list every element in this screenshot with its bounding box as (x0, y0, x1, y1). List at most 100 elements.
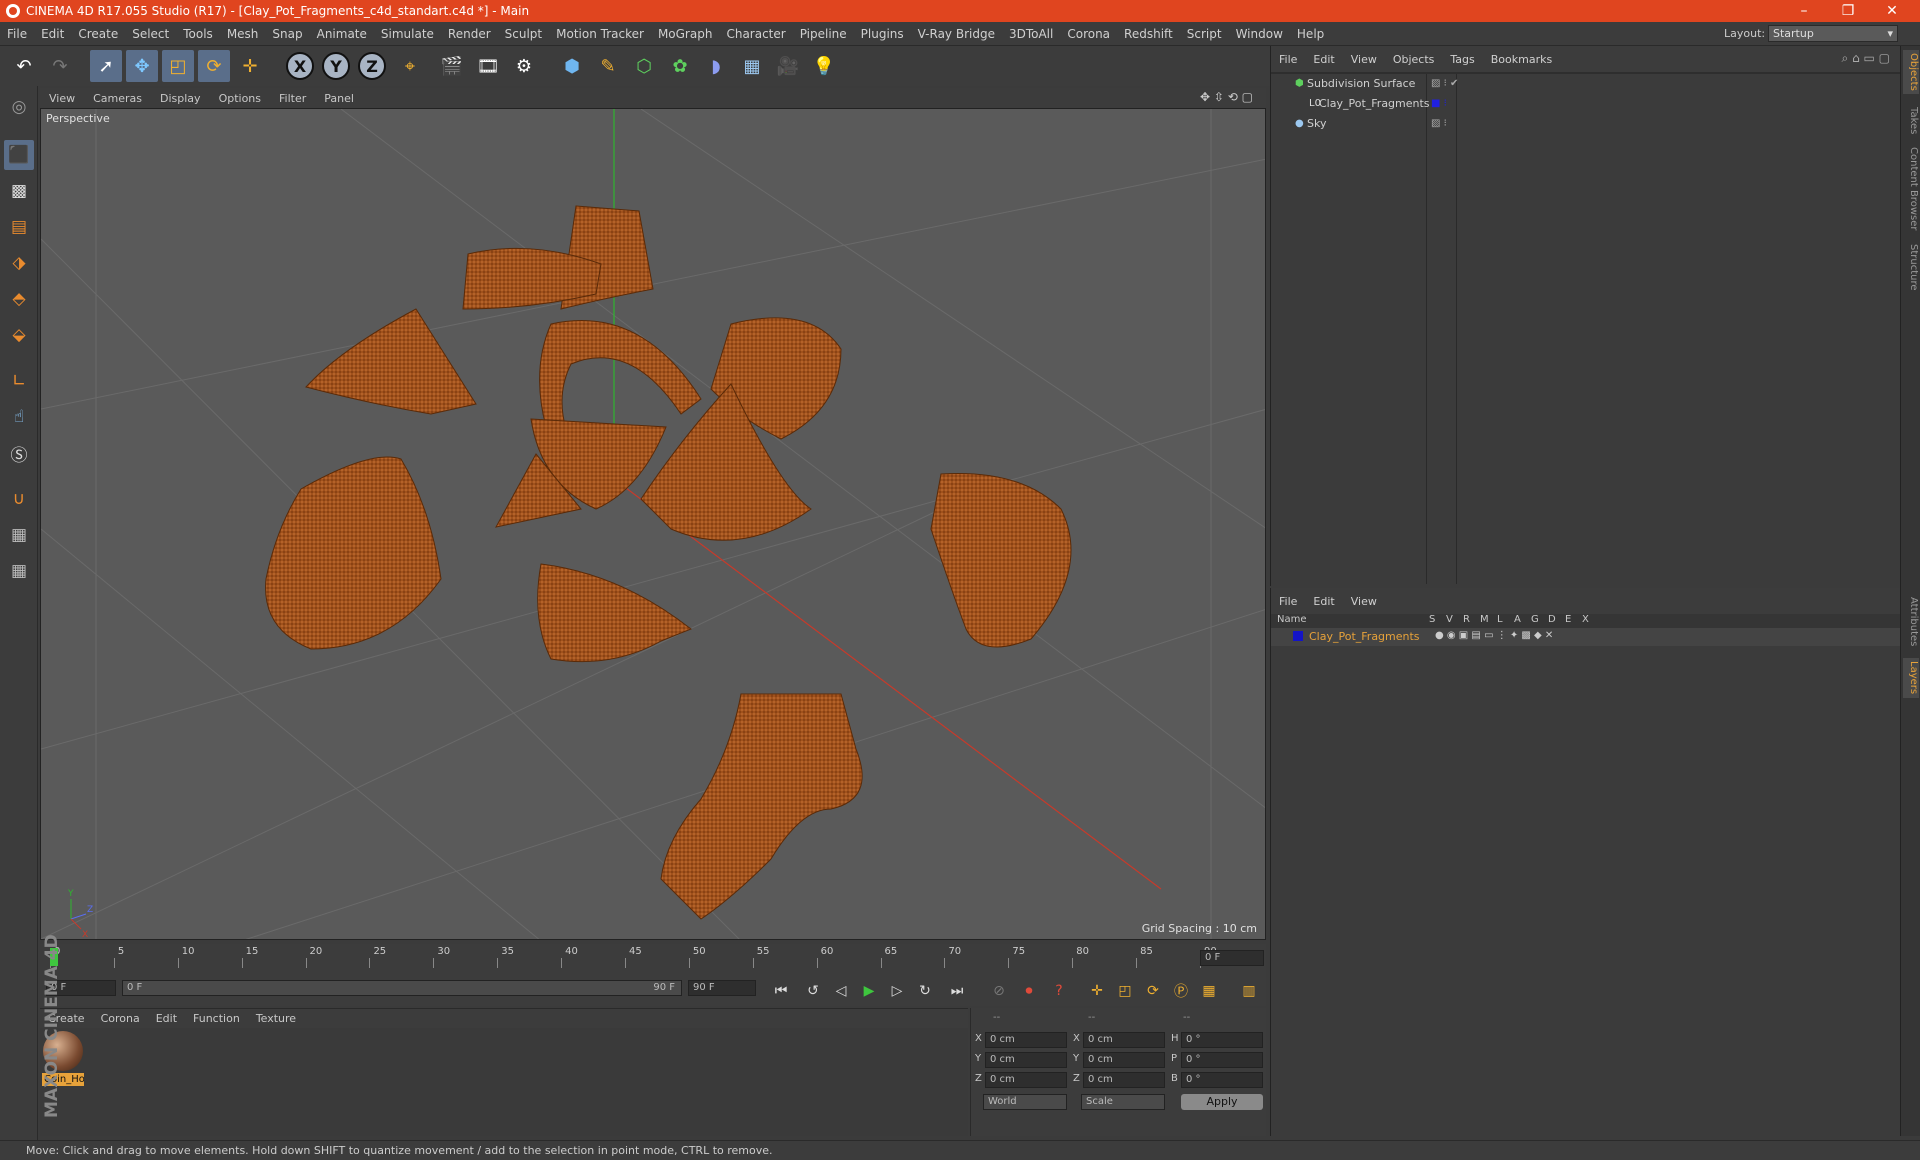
coord-value-field[interactable]: 0 cm (985, 1052, 1067, 1068)
object-row[interactable]: ⬢ Subdivision Surface ▨ ⁝ ✔ (1271, 74, 1901, 94)
coord-value-field[interactable]: 0 ° (1181, 1072, 1263, 1088)
layer-toggle-icons[interactable]: ● ◉ ▣ ▤ ▭ ⋮ ✦ ▩ ◆ ✕ (1435, 630, 1553, 641)
current-frame-field[interactable]: 0 F (1200, 950, 1264, 966)
autokey-icon[interactable]: ⏺ (1018, 980, 1040, 1002)
workplane-lock-icon[interactable]: ▦ (4, 520, 34, 550)
search-icon[interactable]: ⌕ ⌂ ▭ ▢ (1842, 51, 1890, 66)
timeline-ruler[interactable]: 051015202530354045505560657075808590 0 F (40, 944, 1266, 972)
previous-key-icon[interactable]: ↺ (802, 980, 824, 1002)
menu-plugins[interactable]: Plugins (854, 27, 911, 41)
edges-mode-icon[interactable]: ⬘ (4, 284, 34, 314)
menu-3dtoall[interactable]: 3DToAll (1002, 27, 1060, 41)
layer-menu-edit[interactable]: Edit (1305, 595, 1342, 608)
move-transform-icon[interactable]: ✛ (234, 50, 266, 82)
close-button[interactable]: ✕ (1870, 0, 1914, 22)
menu-motion-tracker[interactable]: Motion Tracker (549, 27, 651, 41)
menu-v-ray-bridge[interactable]: V-Ray Bridge (911, 27, 1002, 41)
cloner-icon[interactable]: ✿ (664, 50, 696, 82)
menu-script[interactable]: Script (1180, 27, 1229, 41)
menu-sculpt[interactable]: Sculpt (498, 27, 549, 41)
object-name[interactable]: Subdivision Surface (1307, 74, 1415, 94)
apply-button[interactable]: Apply (1181, 1094, 1263, 1110)
make-editable-icon[interactable]: ◎ (4, 92, 34, 122)
material-menu-edit[interactable]: Edit (148, 1012, 185, 1025)
pen-spline-icon[interactable]: ✎ (592, 50, 624, 82)
object-name[interactable]: Clay_Pot_Fragments (1319, 94, 1430, 114)
render-view-icon[interactable]: 🎬 (436, 50, 468, 82)
object-menu-bookmarks[interactable]: Bookmarks (1483, 53, 1560, 66)
coord-value-field[interactable]: 0 ° (1181, 1032, 1263, 1048)
viewport-menu-panel[interactable]: Panel (315, 92, 363, 105)
render-picture-viewer-icon[interactable]: 🎞 (472, 50, 504, 82)
object-tag-icons[interactable]: ▨ ⁝ (1431, 114, 1447, 134)
object-menu-edit[interactable]: Edit (1305, 53, 1342, 66)
next-key-icon[interactable]: ↻ (914, 980, 936, 1002)
record-keys-icon[interactable]: ⊘ (988, 980, 1010, 1002)
viewport-nav-icons[interactable]: ✥ ⇳ ⟲ ▢ (1200, 90, 1253, 104)
keyframe-selection-icon[interactable]: ? (1048, 980, 1070, 1002)
model-mode-icon[interactable]: ⬛ (4, 140, 34, 170)
tab-attributes[interactable]: Attributes (1903, 594, 1919, 650)
frame-range-slider[interactable]: 0 F 90 F (122, 980, 682, 996)
object-name[interactable]: Sky (1307, 114, 1326, 134)
object-menu-view[interactable]: View (1343, 53, 1385, 66)
menu-create[interactable]: Create (71, 27, 125, 41)
polygons-mode-icon[interactable]: ⬙ (4, 320, 34, 350)
menu-edit[interactable]: Edit (34, 27, 71, 41)
menu-select[interactable]: Select (125, 27, 176, 41)
cube-icon[interactable]: ⬢ (556, 50, 588, 82)
key-rotation-icon[interactable]: ⟳ (1142, 980, 1164, 1002)
go-to-end-icon[interactable]: ⏭ (946, 980, 968, 1002)
menu-simulate[interactable]: Simulate (374, 27, 441, 41)
viewport-menu-options[interactable]: Options (210, 92, 270, 105)
grid-icon[interactable]: ▦ (4, 556, 34, 586)
viewport-menu-display[interactable]: Display (151, 92, 210, 105)
tab-objects[interactable]: Objects (1903, 50, 1919, 94)
object-menu-objects[interactable]: Objects (1385, 53, 1443, 66)
material-menu-texture[interactable]: Texture (248, 1012, 304, 1025)
magnet-icon[interactable]: ∪ (4, 484, 34, 514)
coord-value-field[interactable]: 0 cm (1083, 1072, 1165, 1088)
tab-content-browser[interactable]: Content Browser (1903, 146, 1919, 232)
texture-mode-icon[interactable]: ▩ (4, 176, 34, 206)
move-icon[interactable]: ✥ (126, 50, 158, 82)
object-tag-icons[interactable]: ▨ ⁝ ✔ (1431, 74, 1458, 94)
viewport-menu-filter[interactable]: Filter (270, 92, 315, 105)
viewport-menu-cameras[interactable]: Cameras (84, 92, 151, 105)
menu-mograph[interactable]: MoGraph (651, 27, 720, 41)
coordinate-system-icon[interactable]: ⌖ (394, 50, 426, 82)
rotate-icon[interactable]: ⟳ (198, 50, 230, 82)
key-scale-icon[interactable]: ◰ (1114, 980, 1136, 1002)
y-axis-lock-icon[interactable]: Y (322, 52, 350, 80)
z-axis-lock-icon[interactable]: Z (358, 52, 386, 80)
restore-button[interactable]: ❐ (1826, 0, 1870, 22)
coord-value-field[interactable]: 0 cm (985, 1032, 1067, 1048)
undo-icon[interactable]: ↶ (8, 50, 40, 82)
menu-pipeline[interactable]: Pipeline (793, 27, 854, 41)
layout-select[interactable]: Startup ▾ (1768, 25, 1898, 42)
key-parameter-icon[interactable]: Ⓟ (1170, 980, 1192, 1002)
camera-icon[interactable]: 🎥 (772, 50, 804, 82)
layer-name[interactable]: Clay_Pot_Fragments (1309, 630, 1420, 643)
menu-help[interactable]: Help (1290, 27, 1331, 41)
scale-icon[interactable]: ◰ (162, 50, 194, 82)
menu-snap[interactable]: Snap (265, 27, 309, 41)
subdivision-icon[interactable]: ⬡ (628, 50, 660, 82)
menu-corona[interactable]: Corona (1060, 27, 1117, 41)
previous-frame-icon[interactable]: ◁ (830, 980, 852, 1002)
material-menu-corona[interactable]: Corona (93, 1012, 148, 1025)
coord-value-field[interactable]: 0 cm (985, 1072, 1067, 1088)
world-select[interactable]: World (983, 1094, 1067, 1110)
layer-menu-view[interactable]: View (1343, 595, 1385, 608)
object-row[interactable]: ● Sky ▨ ⁝ (1271, 114, 1901, 134)
viewport-menu-view[interactable]: View (40, 92, 84, 105)
deformer-icon[interactable]: ◗ (700, 50, 732, 82)
menu-character[interactable]: Character (719, 27, 792, 41)
menu-window[interactable]: Window (1229, 27, 1290, 41)
x-axis-lock-icon[interactable]: X (286, 52, 314, 80)
object-tag-icons[interactable]: ■ ⁝ (1431, 94, 1447, 114)
menu-file[interactable]: File (0, 27, 34, 41)
floor-icon[interactable]: ▦ (736, 50, 768, 82)
object-menu-file[interactable]: File (1271, 53, 1305, 66)
tab-structure[interactable]: Structure (1903, 242, 1919, 292)
